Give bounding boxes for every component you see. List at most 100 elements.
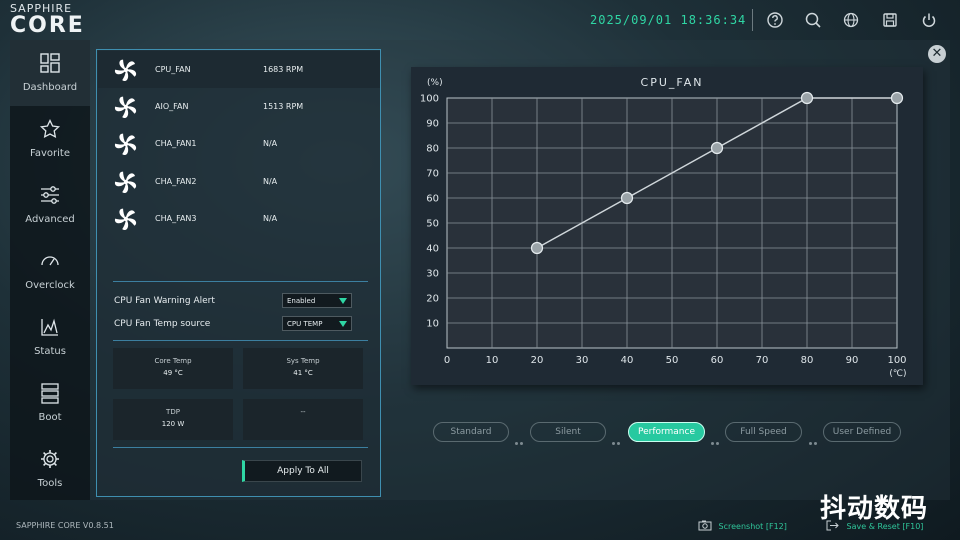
- fan-row-cha1[interactable]: CHA_FAN1 N/A: [98, 125, 380, 162]
- fan-rpm: N/A: [263, 139, 278, 148]
- sidebar-label-status: Status: [34, 346, 66, 357]
- gauge-icon: [41, 256, 59, 266]
- globe-icon[interactable]: [841, 10, 861, 30]
- fan-icon: [114, 208, 137, 231]
- temp-source-select[interactable]: CPU TEMP: [282, 316, 352, 331]
- fan-row-cha3[interactable]: CHA_FAN3 N/A: [98, 200, 380, 237]
- camera-icon: [698, 520, 712, 531]
- sidebar-item-overclock[interactable]: Overclock: [10, 238, 90, 304]
- stat-tdp: TDP 120 W: [113, 399, 233, 440]
- sidebar-item-status[interactable]: Status: [10, 304, 90, 370]
- mode-standard[interactable]: Standard: [433, 422, 509, 442]
- apply-to-all-button[interactable]: Apply To All: [242, 460, 362, 482]
- search-icon[interactable]: [803, 10, 823, 30]
- mode-full-speed[interactable]: Full Speed: [725, 422, 802, 442]
- y-tick-label: 100: [420, 94, 439, 105]
- mode-connector: [612, 430, 622, 445]
- screenshot-button[interactable]: Screenshot [F12]: [698, 520, 787, 531]
- x-tick-label: 0: [444, 355, 450, 366]
- screenshot-label: Screenshot [F12]: [718, 522, 787, 531]
- fan-name: AIO_FAN: [155, 102, 189, 111]
- fan-curve-chart: CPU_FAN (%) (℃) 0 10 20 30 40 50 60 70 80 90 100 10…: [411, 67, 923, 385]
- curve-point[interactable]: [710, 141, 724, 155]
- power-icon[interactable]: [919, 10, 939, 30]
- save-icon[interactable]: [880, 10, 900, 30]
- sidebar-item-favorite[interactable]: Favorite: [10, 106, 90, 172]
- fan-rpm: 1683 RPM: [263, 65, 304, 74]
- x-tick-label: 70: [756, 355, 769, 366]
- y-tick-label: 50: [426, 219, 439, 230]
- y-tick-label: 90: [426, 119, 439, 130]
- fan-rpm: N/A: [263, 214, 278, 223]
- stat-empty: --: [243, 399, 363, 440]
- dropdown-arrow-icon: [339, 321, 347, 327]
- y-tick-label: 20: [426, 294, 439, 305]
- fan-curve-svg[interactable]: CPU_FAN (%) (℃) 0 10 20 30 40 50 60 70 80 90 100 10…: [411, 67, 923, 385]
- warning-alert-select[interactable]: Enabled: [282, 293, 352, 308]
- stat-core-temp: Core Temp 49 °C: [113, 348, 233, 389]
- fan-row-cpu[interactable]: CPU_FAN 1683 RPM: [98, 51, 380, 88]
- logo-brand-main: CORE: [10, 13, 85, 38]
- help-icon[interactable]: [765, 10, 785, 30]
- sidebar-item-boot[interactable]: Boot: [10, 370, 90, 436]
- dashboard-icon: [40, 53, 60, 73]
- app-logo: SAPPHIRE CORE: [10, 2, 120, 38]
- fan-row-aio[interactable]: AIO_FAN 1513 RPM: [98, 88, 380, 125]
- fan-icon: [114, 133, 137, 156]
- x-tick-label: 10: [486, 355, 499, 366]
- fan-name: CHA_FAN1: [155, 139, 197, 148]
- fan-icon: [114, 96, 137, 119]
- curve-point[interactable]: [800, 91, 814, 105]
- dropdown-arrow-icon: [339, 298, 347, 304]
- sidebar-label-tools: Tools: [37, 478, 63, 489]
- stat-label: Sys Temp: [286, 357, 320, 365]
- fan-rpm: 1513 RPM: [263, 102, 304, 111]
- temp-source-value: CPU TEMP: [287, 320, 323, 328]
- x-tick-label: 30: [576, 355, 589, 366]
- divider: [113, 340, 368, 341]
- fan-rpm: N/A: [263, 177, 278, 186]
- sidebar: Dashboard Favorite Advanced Overclock St…: [10, 40, 90, 500]
- gear-icon: [41, 450, 59, 468]
- divider: [113, 447, 368, 448]
- x-tick-label: 80: [801, 355, 814, 366]
- x-tick-label: 40: [621, 355, 634, 366]
- y-tick-label: 70: [426, 169, 439, 180]
- y-axis-unit: (%): [427, 78, 443, 88]
- star-icon: [39, 118, 61, 139]
- y-tick-label: 80: [426, 144, 439, 155]
- stat-label: --: [300, 408, 306, 416]
- version-label: SAPPHIRE CORE V0.8.51: [16, 521, 114, 530]
- y-tick-label: 30: [426, 269, 439, 280]
- sidebar-item-advanced[interactable]: Advanced: [10, 172, 90, 238]
- top-bar: SAPPHIRE CORE 2025/09/01 18:36:34: [0, 0, 960, 40]
- x-tick-label: 20: [531, 355, 544, 366]
- fan-row-cha2[interactable]: CHA_FAN2 N/A: [98, 163, 380, 200]
- fan-panel: CPU_FAN 1683 RPM AIO_FAN 1513 RPM CHA_FA…: [96, 49, 381, 497]
- curve-point[interactable]: [530, 241, 544, 255]
- y-tick-label: 40: [426, 244, 439, 255]
- mode-performance[interactable]: Performance: [628, 422, 705, 442]
- mode-silent[interactable]: Silent: [530, 422, 606, 442]
- sidebar-label-overclock: Overclock: [25, 280, 75, 291]
- fan-icon: [114, 59, 137, 82]
- curve-point[interactable]: [890, 91, 904, 105]
- sidebar-item-dashboard[interactable]: Dashboard: [10, 40, 90, 106]
- sidebar-label-dashboard: Dashboard: [22, 82, 78, 93]
- stat-label: TDP: [166, 408, 180, 416]
- fan-mode-selector: Standard Silent Performance Full Speed U…: [433, 422, 903, 445]
- top-separator: [752, 9, 753, 31]
- fan-name: CHA_FAN3: [155, 214, 197, 223]
- datetime: 2025/09/01 18:36:34: [590, 13, 747, 27]
- stat-value: 49 °C: [163, 369, 183, 377]
- chart-title: CPU_FAN: [641, 76, 704, 89]
- close-icon[interactable]: ✕: [928, 45, 946, 63]
- sidebar-item-tools[interactable]: Tools: [10, 436, 90, 502]
- mode-user-defined[interactable]: User Defined: [823, 422, 901, 442]
- curve-point[interactable]: [620, 191, 634, 205]
- watermark-text: 抖动数码: [820, 494, 929, 524]
- stat-value: 120 W: [161, 420, 185, 428]
- stat-value: 41 °C: [293, 369, 313, 377]
- sidebar-label-boot: Boot: [38, 412, 62, 423]
- mode-connector: [711, 430, 721, 445]
